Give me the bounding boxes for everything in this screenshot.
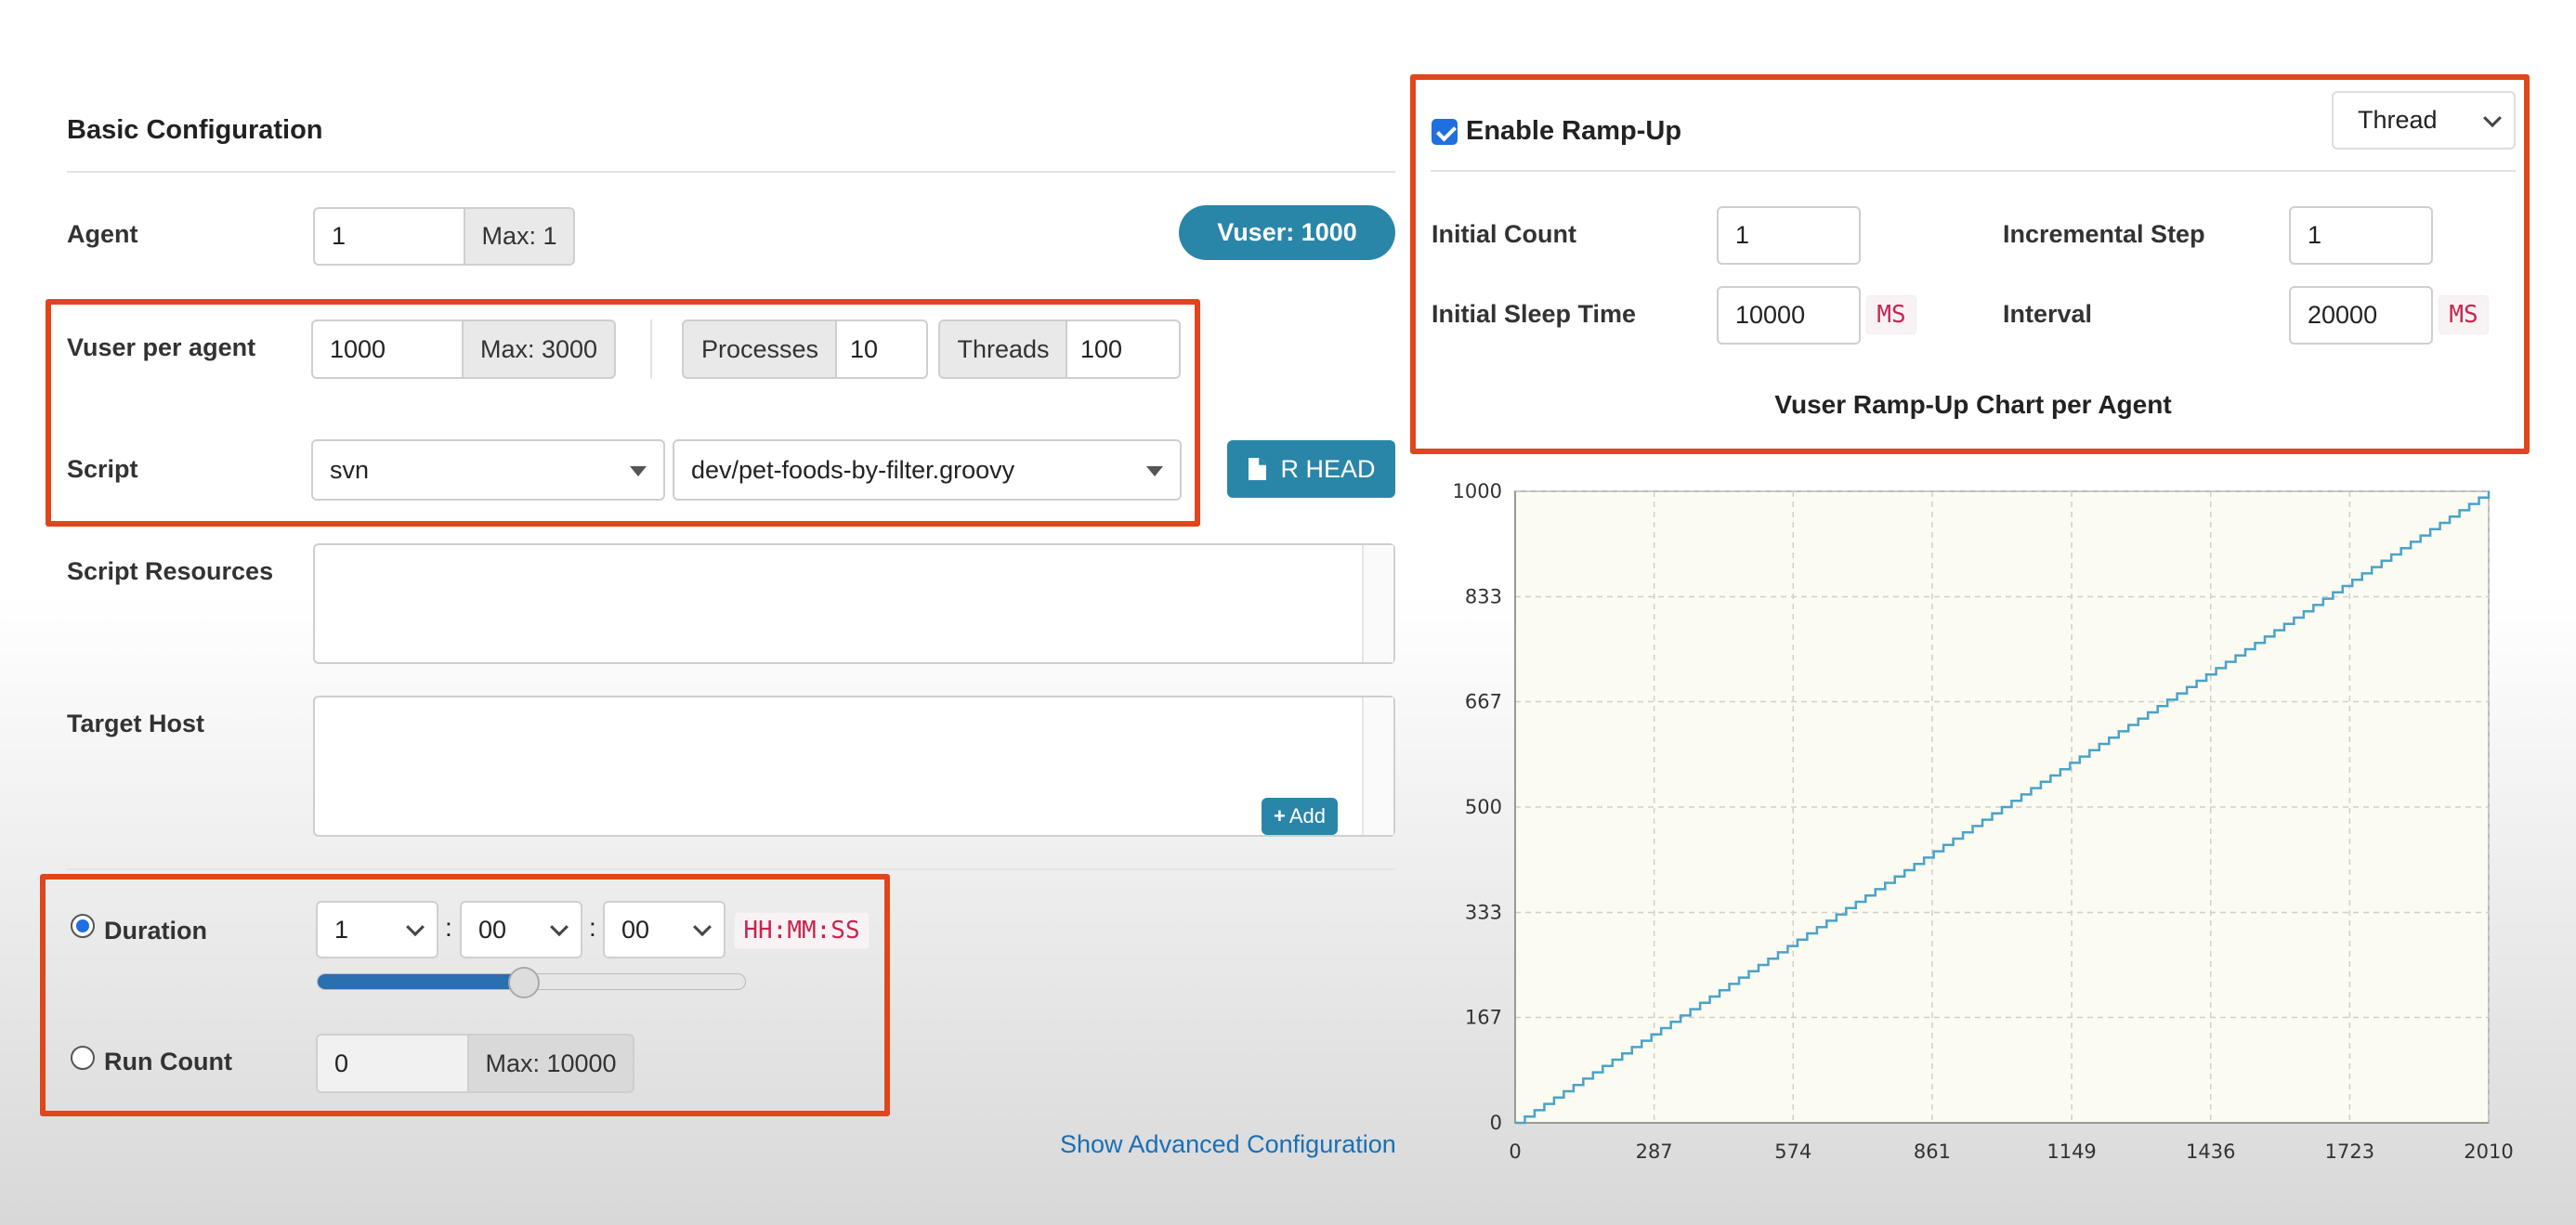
highlight-vuser-script xyxy=(46,299,1200,527)
x-tick-label: 861 xyxy=(1914,1140,1951,1163)
target-host-divider xyxy=(67,868,1395,870)
y-tick-label: 833 xyxy=(1465,586,1502,608)
y-tick-label: 500 xyxy=(1465,796,1502,818)
scrollbar[interactable] xyxy=(1362,697,1393,835)
basic-config-title: Basic Configuration xyxy=(67,115,323,145)
add-host-button[interactable]: + Add xyxy=(1262,798,1338,835)
y-tick-label: 0 xyxy=(1490,1112,1502,1134)
script-resources-label: Script Resources xyxy=(67,557,274,585)
script-resources-textarea[interactable] xyxy=(313,543,1395,664)
file-icon xyxy=(1249,458,1267,480)
highlight-duration xyxy=(40,874,890,1116)
x-tick-label: 1436 xyxy=(2186,1140,2235,1163)
x-tick-label: 574 xyxy=(1774,1140,1811,1163)
r-head-label: R HEAD xyxy=(1280,454,1376,483)
basic-config-divider xyxy=(67,171,1395,173)
vuser-total-badge: Vuser: 1000 xyxy=(1179,205,1395,260)
x-tick-label: 0 xyxy=(1509,1140,1521,1163)
x-tick-label: 1723 xyxy=(2325,1140,2374,1163)
x-tick-label: 1149 xyxy=(2046,1140,2096,1163)
x-tick-label: 287 xyxy=(1636,1140,1673,1163)
target-host-label: Target Host xyxy=(67,710,205,737)
add-host-label: Add xyxy=(1288,804,1326,828)
agent-input[interactable]: 1 xyxy=(313,207,466,266)
r-head-button[interactable]: R HEAD xyxy=(1227,440,1395,498)
agent-max-addon: Max: 1 xyxy=(464,207,575,266)
plus-icon: + xyxy=(1273,804,1286,828)
y-tick-label: 1000 xyxy=(1453,480,1502,502)
y-tick-label: 667 xyxy=(1465,690,1502,712)
highlight-rampup xyxy=(1410,74,2530,454)
rampup-chart: 0 167 333 500 667 833 1000 0 287 574 861 1149 1436 17… xyxy=(1453,480,2514,1163)
scrollbar[interactable] xyxy=(1362,545,1393,662)
agent-label: Agent xyxy=(67,220,138,248)
x-tick-label: 2010 xyxy=(2464,1140,2513,1163)
y-tick-label: 333 xyxy=(1465,902,1502,924)
y-tick-label: 167 xyxy=(1465,1006,1502,1028)
target-host-textarea[interactable] xyxy=(313,696,1395,837)
show-advanced-config-link[interactable]: Show Advanced Configuration xyxy=(1060,1130,1396,1159)
